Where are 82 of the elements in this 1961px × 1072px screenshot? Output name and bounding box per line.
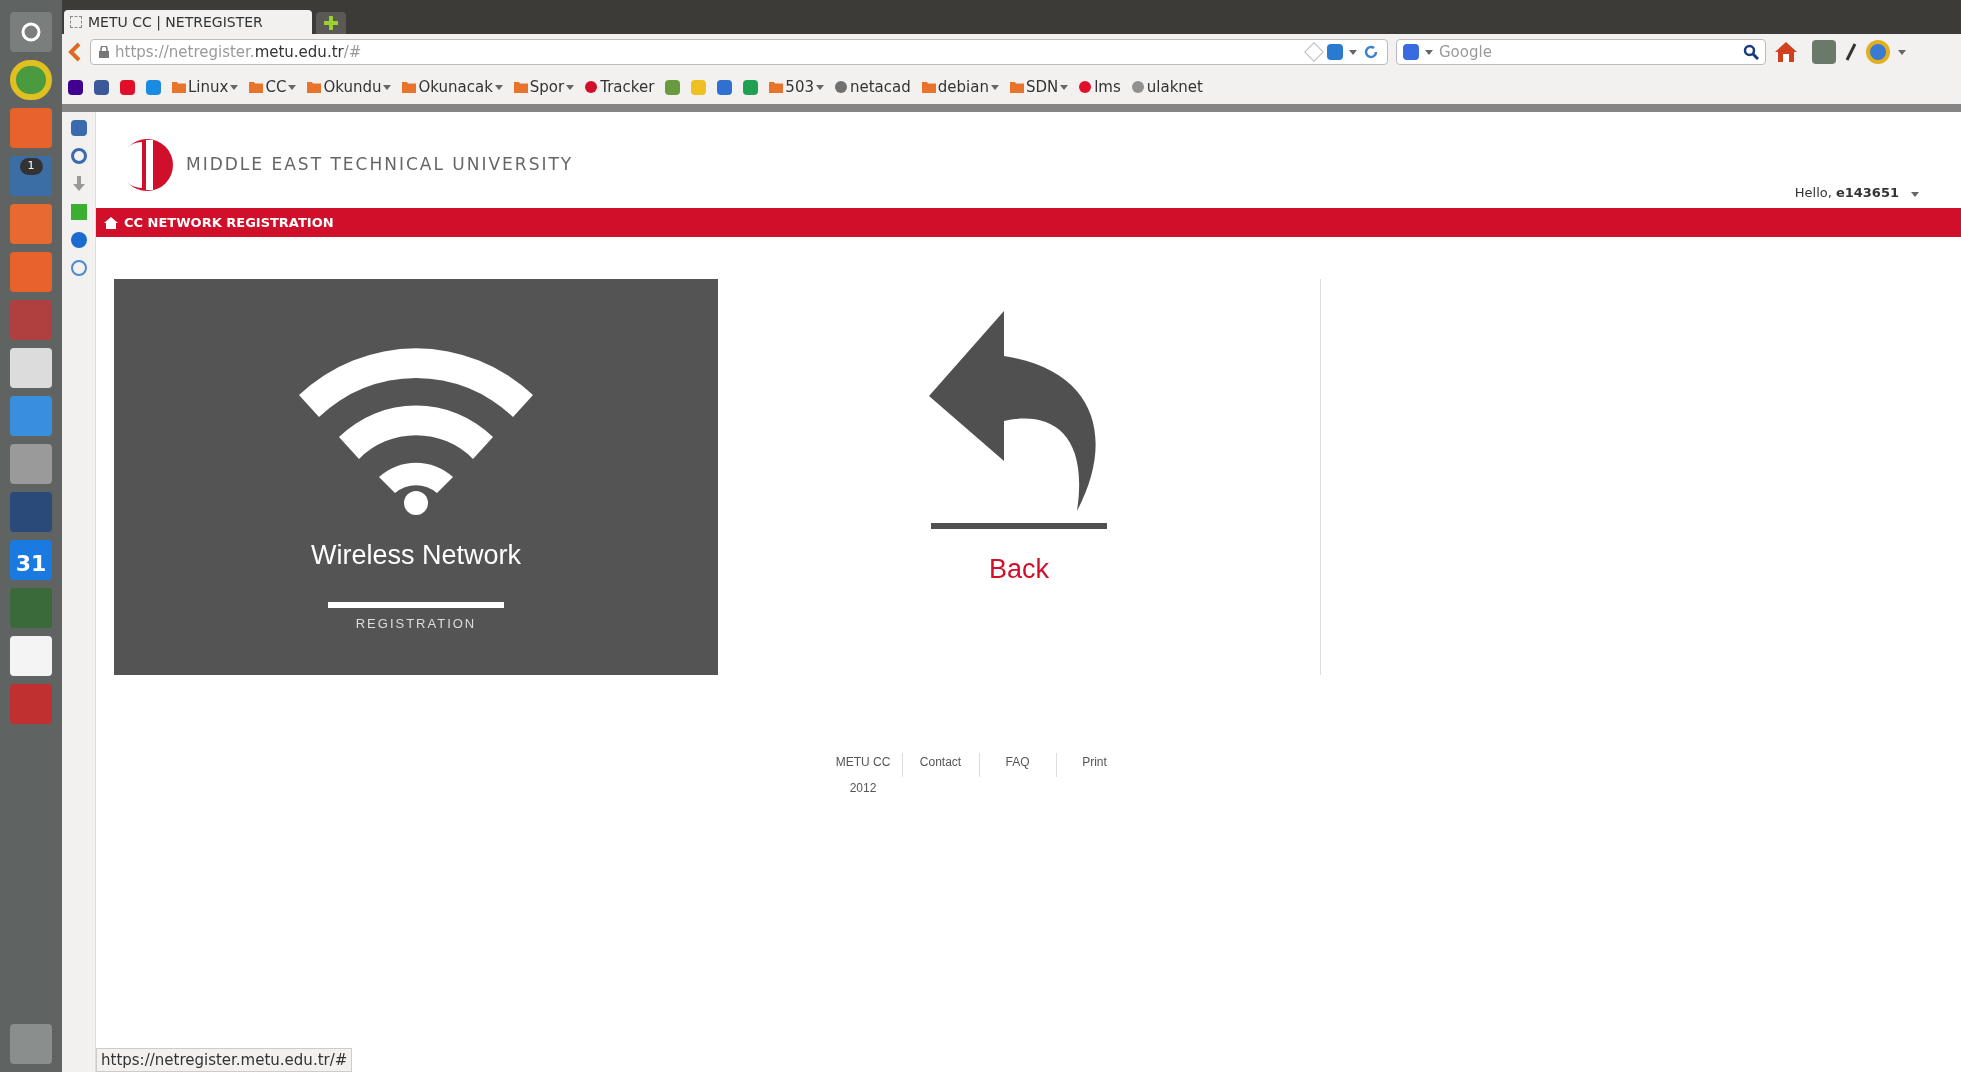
folder-icon	[1009, 81, 1024, 93]
dropdown-caret-icon	[288, 84, 297, 90]
bookmark-folder[interactable]: Okundu	[307, 75, 392, 99]
dash-icon[interactable]	[10, 12, 52, 52]
dropdown-caret-icon	[1911, 191, 1919, 197]
folder-label: SDN	[1025, 76, 1059, 98]
folder-label: 503	[785, 76, 814, 98]
footer-link[interactable]: FAQ	[1005, 753, 1030, 771]
footer-year: 2012	[849, 780, 877, 797]
bookmark-label: netacad	[850, 76, 911, 98]
new-tab-button[interactable]	[316, 12, 346, 34]
bookmark-label: ulaknet	[1146, 76, 1203, 98]
address-bar[interactable]: https://netregister.metu.edu.tr/#	[90, 39, 1388, 65]
bookmark-icon[interactable]	[68, 79, 83, 95]
university-logo-icon	[120, 138, 174, 192]
browser-tab[interactable]: METU CC | NETREGISTER	[64, 10, 312, 34]
lock-icon	[99, 46, 109, 58]
bookmark-folder[interactable]: Linux	[172, 75, 239, 99]
folder-icon	[402, 81, 417, 93]
folder-label: debian	[937, 76, 989, 98]
search-icon[interactable]	[1743, 44, 1759, 60]
dropdown-caret-icon	[1349, 49, 1357, 55]
bookmark-label: lms	[1094, 76, 1121, 98]
url-text: https://netregister.metu.edu.tr/#	[115, 41, 363, 63]
folder-label: Okunacak	[418, 76, 493, 98]
plus-icon	[324, 16, 338, 30]
bookmark-folder[interactable]: CC	[249, 75, 297, 99]
folder-icon	[921, 81, 936, 93]
greeting-text: Hello,	[1794, 183, 1832, 202]
bookmark-folder[interactable]: SDN	[1009, 75, 1069, 99]
bookmark-link[interactable]: netacad	[835, 75, 911, 99]
bookmark-folder[interactable]: Spor	[513, 75, 575, 99]
footer-link[interactable]: Print	[1082, 753, 1107, 771]
dropdown-caret-icon	[494, 84, 503, 90]
nav-title[interactable]: CC NETWORK REGISTRATION	[124, 212, 334, 233]
wireless-network-tile[interactable]: Wireless Network REGISTRATION	[114, 279, 718, 675]
user-menu[interactable]: Hello, e143651	[1794, 182, 1919, 202]
bookmark-folder[interactable]: debian	[921, 75, 999, 99]
bookmark-folder[interactable]: Okunacak	[402, 75, 503, 99]
dropdown-caret-icon	[1425, 49, 1433, 55]
dropdown-caret-icon	[990, 84, 999, 90]
home-icon[interactable]	[1774, 41, 1798, 63]
status-url: https://netregister.metu.edu.tr/#	[96, 1047, 353, 1072]
footer-link[interactable]: Contact	[919, 753, 962, 771]
dropdown-caret-icon	[1060, 84, 1069, 90]
bookmark-label: Tracker	[600, 76, 655, 98]
calendar-day: 31	[15, 546, 47, 580]
unread-badge: 1	[19, 158, 43, 175]
folder-icon	[172, 81, 186, 93]
app-icon[interactable]: 1	[10, 156, 52, 196]
tile-title: Wireless Network	[311, 539, 521, 572]
dropdown-caret-icon	[1898, 49, 1906, 55]
back-icon[interactable]	[68, 42, 82, 62]
search-field[interactable]: Google	[1396, 39, 1766, 65]
back-link[interactable]: Back	[989, 549, 1049, 590]
dropdown-caret-icon	[383, 84, 392, 90]
footer-link[interactable]: METU CC	[835, 753, 891, 771]
folder-label: Spor	[529, 76, 565, 98]
reload-icon[interactable]	[1363, 44, 1379, 60]
home-icon[interactable]	[104, 216, 118, 229]
username: e143651	[1835, 183, 1899, 202]
dropdown-caret-icon	[816, 84, 824, 90]
folder-icon	[769, 81, 784, 93]
bookmark-icon[interactable]	[94, 79, 109, 95]
app-icon[interactable]: 31	[10, 540, 52, 580]
dropdown-caret-icon	[566, 84, 575, 90]
tile-subtitle: REGISTRATION	[355, 614, 477, 633]
search-input[interactable]: Google	[1439, 40, 1737, 64]
folder-icon	[513, 81, 528, 93]
folder-label: CC	[265, 76, 287, 98]
bookmark-link[interactable]: ulaknet	[1131, 75, 1203, 99]
folder-label: Okundu	[323, 76, 382, 98]
university-name: MIDDLE EAST TECHNICAL UNIVERSITY	[186, 153, 574, 177]
dropdown-caret-icon	[230, 84, 239, 90]
page-favicon-icon	[70, 16, 82, 28]
bookmark-link[interactable]: lms	[1079, 75, 1121, 99]
folder-icon	[249, 81, 264, 93]
bookmark-folder[interactable]: 503	[769, 75, 824, 99]
bookmark-link[interactable]: Tracker	[585, 75, 655, 99]
download-icon[interactable]	[71, 176, 86, 192]
folder-icon	[307, 81, 322, 93]
folder-label: Linux	[188, 76, 229, 98]
